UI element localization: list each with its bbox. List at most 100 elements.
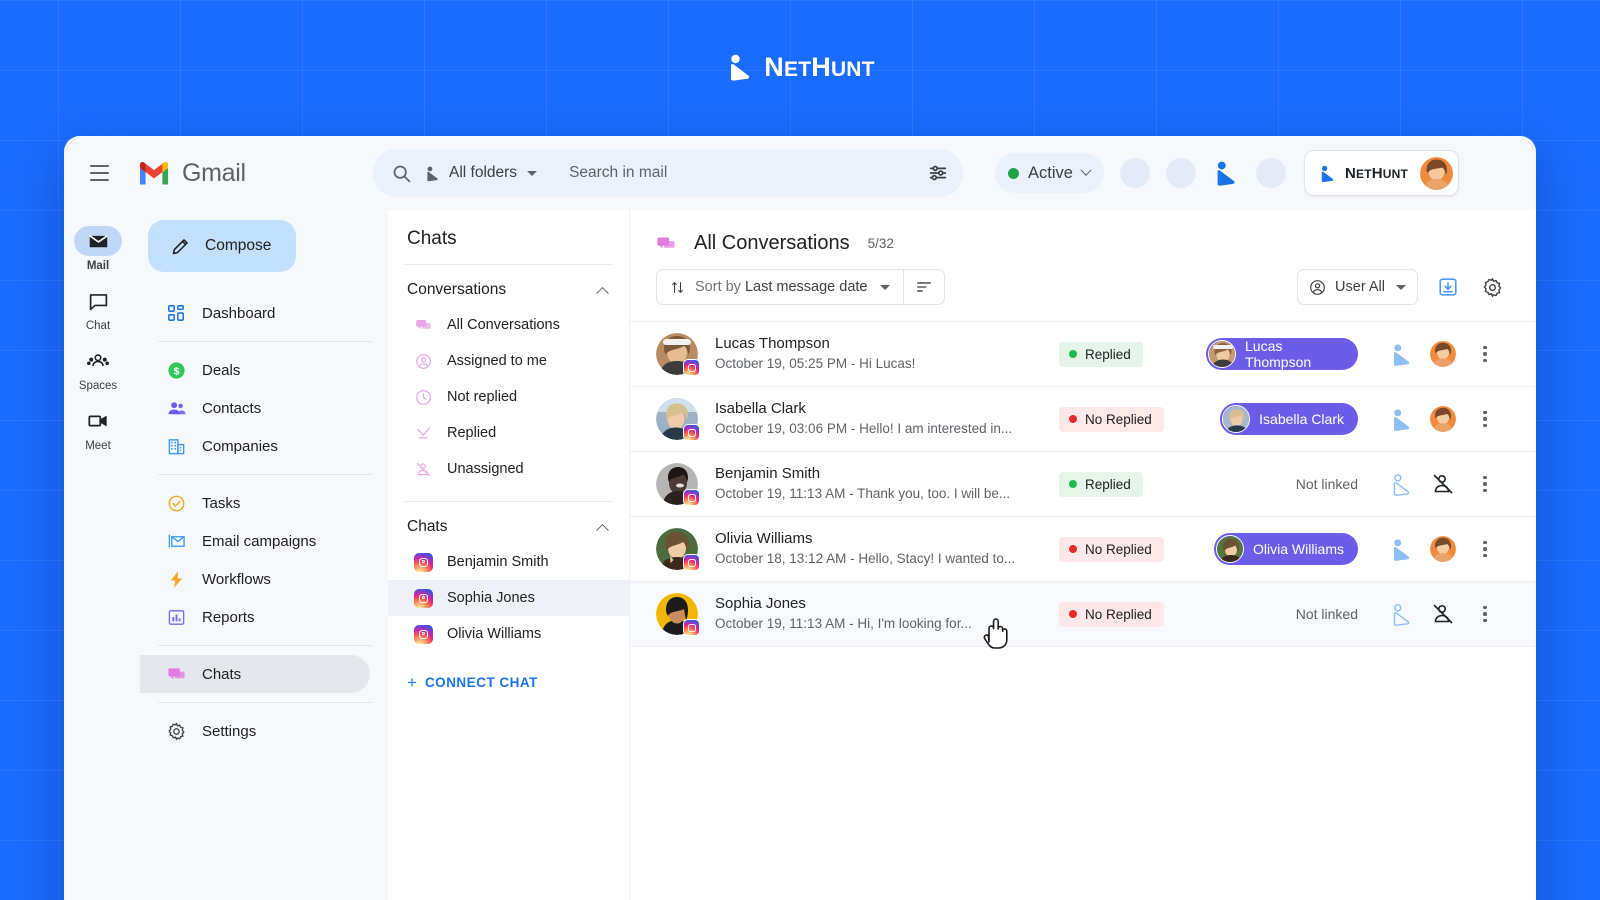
nethunt-linked-icon[interactable] (1380, 342, 1422, 367)
spaces-icon (74, 346, 122, 376)
conversation-text: Sophia Jones October 19, 11:13 AM - Hi, … (715, 594, 1045, 634)
row-actions (1380, 602, 1506, 627)
presence-status-label: Active (1028, 163, 1073, 182)
sidebar-item-companies[interactable]: Companies (140, 427, 370, 465)
table-row[interactable]: Lucas Thompson October 19, 05:25 PM - Hi… (630, 322, 1536, 387)
nethunt-linked-icon[interactable] (1380, 407, 1422, 432)
table-row[interactable]: Sophia Jones October 19, 11:13 AM - Hi, … (630, 582, 1536, 647)
sidebar-item-settings[interactable]: Settings (140, 712, 370, 750)
conversations-toolbar: Sort by Last message date User All (630, 255, 1536, 321)
linked-contact-name: Lucas Thompson (1245, 338, 1312, 370)
filter-all-conversations[interactable]: All Conversations (388, 307, 629, 343)
chevron-up-icon (596, 286, 609, 300)
search-input[interactable] (569, 164, 927, 182)
search-bar[interactable]: All folders (373, 149, 963, 197)
sidebar-item-label: Email campaigns (202, 532, 317, 550)
row-actions (1380, 341, 1506, 367)
assigned-user-avatar[interactable] (1422, 536, 1464, 562)
conversations-section-header[interactable]: Conversations (388, 265, 629, 307)
main-menu-button[interactable] (76, 150, 122, 196)
instagram-icon (683, 359, 700, 376)
linked-contact-chip[interactable]: Lucas Thompson (1206, 338, 1358, 370)
gmail-logo[interactable]: Gmail (139, 159, 367, 188)
gmail-m-icon (139, 160, 173, 186)
sidebar-item-tasks[interactable]: Tasks (140, 484, 370, 522)
conversation-count: 5/32 (867, 236, 894, 251)
nethunt-linked-icon[interactable] (1380, 537, 1422, 562)
connect-chat-button[interactable]: + CONNECT CHAT (388, 652, 629, 691)
contact-name: Olivia Williams (715, 530, 813, 548)
table-row[interactable]: Olivia Williams October 18, 13:12 AM - H… (630, 517, 1536, 582)
header-placeholder-icon-3 (1255, 158, 1286, 188)
row-more-button[interactable] (1464, 540, 1506, 558)
linked-contact-chip[interactable]: Isabella Clark (1220, 403, 1358, 435)
chat-account-sophia-jones[interactable]: Sophia Jones (388, 580, 629, 616)
sidebar-item-reports[interactable]: Reports (140, 598, 370, 636)
chat-account-olivia-williams[interactable]: Olivia Williams (388, 616, 629, 652)
sort-value: Last message date (744, 279, 868, 295)
nethunt-header-icon[interactable] (1212, 159, 1240, 187)
table-row[interactable]: Benjamin Smith October 19, 11:13 AM - Th… (630, 452, 1536, 517)
filter-replied[interactable]: Replied (388, 415, 629, 451)
nethunt-unlinked-icon[interactable] (1380, 472, 1422, 497)
sort-order-button[interactable] (904, 270, 944, 304)
rail-item-mail[interactable]: Mail (68, 222, 128, 278)
contact-name: Benjamin Smith (715, 465, 821, 483)
nethunt-account-widget[interactable]: NETHUNT (1303, 150, 1460, 196)
assigned-user-avatar[interactable] (1422, 341, 1464, 367)
section-title: Conversations (407, 281, 507, 298)
sidebar-item-contacts[interactable]: Contacts (140, 389, 370, 427)
filter-not-replied[interactable]: Not replied (388, 379, 629, 415)
kebab-menu-icon (1483, 410, 1487, 428)
compose-button[interactable]: Compose (148, 220, 296, 272)
sidebar-item-chats[interactable]: Chats (140, 655, 370, 693)
row-more-button[interactable] (1464, 345, 1506, 363)
sidebar-group-2: $ Deals Contacts Companies (132, 351, 388, 465)
person-circle-icon (414, 352, 433, 371)
presence-status-dropdown[interactable]: Active (995, 153, 1104, 193)
workflows-icon (166, 569, 186, 589)
avatar (1430, 536, 1456, 562)
chats-icon (166, 664, 186, 684)
user-filter-dropdown[interactable]: User All (1297, 269, 1418, 305)
row-more-button[interactable] (1464, 605, 1506, 623)
search-options-icon[interactable] (927, 162, 949, 184)
linked-contact-chip[interactable]: Olivia Williams (1214, 533, 1358, 565)
sidebar-item-dashboard[interactable]: Dashboard (140, 294, 370, 332)
folder-filter-dropdown[interactable]: All folders (424, 164, 543, 182)
chat-account-benjamin-smith[interactable]: Benjamin Smith (388, 544, 629, 580)
instagram-icon (683, 554, 700, 571)
archive-button[interactable] (1434, 273, 1462, 301)
instagram-icon (414, 588, 433, 608)
page-title: All Conversations (694, 232, 850, 254)
assigned-user-avatar[interactable] (1422, 406, 1464, 432)
rail-item-spaces[interactable]: Spaces (68, 342, 128, 398)
folder-filter-label: All folders (449, 164, 518, 181)
sort-by-dropdown[interactable]: Sort by Last message date (657, 270, 903, 304)
table-row[interactable]: Isabella Clark October 19, 03:06 PM - He… (630, 387, 1536, 452)
sidebar-item-label: Dashboard (202, 304, 276, 322)
user-avatar[interactable] (1420, 156, 1454, 190)
sidebar-item-email-campaigns[interactable]: Email campaigns (140, 522, 370, 560)
filter-assigned-to-me[interactable]: Assigned to me (388, 343, 629, 379)
rail-item-chat[interactable]: Chat (68, 282, 128, 338)
filter-unassigned[interactable]: Unassigned (388, 451, 629, 487)
instagram-icon (683, 619, 700, 636)
rail-item-meet[interactable]: Meet (68, 402, 128, 458)
sort-label: Sort by Last message date (695, 279, 868, 295)
sidebar-divider (158, 702, 372, 703)
chats-section-header[interactable]: Chats (388, 502, 629, 544)
unassigned-icon[interactable] (1422, 602, 1464, 626)
conversation-text: Benjamin Smith October 19, 11:13 AM - Th… (715, 464, 1045, 504)
row-more-button[interactable] (1464, 410, 1506, 428)
sidebar-item-deals[interactable]: $ Deals (140, 351, 370, 389)
sidebar-group-1: Dashboard (132, 294, 388, 332)
message-snippet: October 19, 05:25 PM - Hi Lucas! (715, 356, 916, 372)
status-badge: No Replied (1059, 536, 1164, 562)
nethunt-unlinked-icon[interactable] (1380, 602, 1422, 627)
unassigned-icon[interactable] (1422, 472, 1464, 496)
sidebar-item-workflows[interactable]: Workflows (140, 560, 370, 598)
row-more-button[interactable] (1464, 475, 1506, 493)
settings-button[interactable] (1478, 273, 1506, 301)
status-badge: No Replied (1059, 601, 1164, 627)
